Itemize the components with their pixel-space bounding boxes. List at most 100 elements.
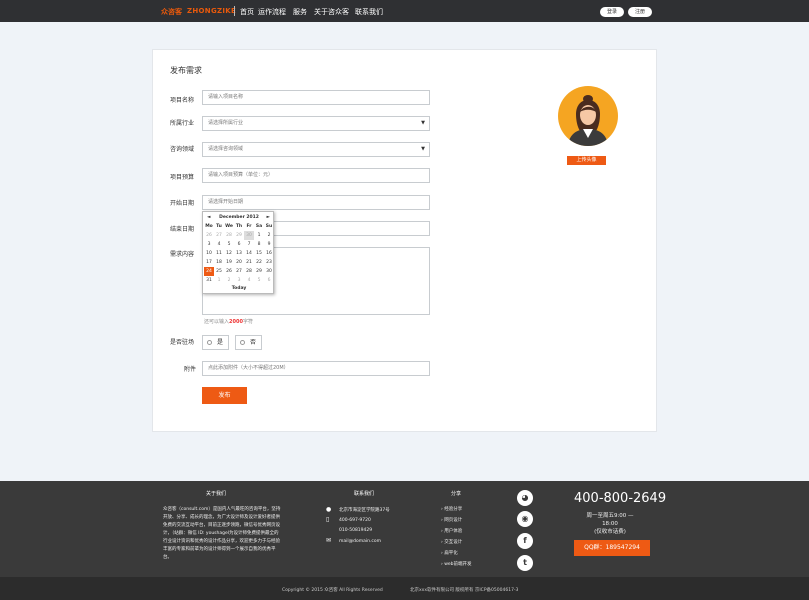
calendar-day[interactable]: 27 xyxy=(234,267,244,276)
footer-link-label: web前端开发 xyxy=(444,562,472,567)
calendar-day[interactable]: 24 xyxy=(204,267,214,276)
copyright-text: Copyright © 2015 众咨客 All Rights Reserved xyxy=(282,588,383,593)
budget-input[interactable]: 请输入项目预算（单位：元） xyxy=(202,168,430,183)
content-label: 需求内容 xyxy=(170,251,195,258)
onsite-no-radio[interactable]: 否 xyxy=(235,335,262,350)
industry-placeholder: 请选择所属行业 xyxy=(208,120,244,126)
calendar-day[interactable]: 8 xyxy=(254,240,264,249)
calendar-day[interactable]: 5 xyxy=(224,240,234,249)
weekday-header: We xyxy=(225,224,233,229)
calendar-day[interactable]: 28 xyxy=(224,231,234,240)
top-navbar: 众咨客 ZHONGZIKE 首页 运作流程 服务 关于咨众客 联系我们 登录 注… xyxy=(0,0,809,22)
logo-text-cn[interactable]: 众咨客 xyxy=(161,7,182,17)
hours-note: (仅收市话费) xyxy=(594,529,626,535)
industry-select[interactable]: 请选择所属行业 ▼ xyxy=(202,116,430,131)
datepicker-popup: ◄ December 2012 ► Today Mo Tu We Th Fr Sa Su 26… xyxy=(202,211,274,294)
calendar-day[interactable]: 26 xyxy=(224,267,234,276)
calendar-day[interactable]: 18 xyxy=(214,258,224,267)
calendar-day[interactable]: 17 xyxy=(204,258,214,267)
footer-link-label: 经验分享 xyxy=(444,507,463,512)
calendar-day[interactable]: 29 xyxy=(234,231,244,240)
weibo-icon[interactable]: ◉ xyxy=(517,511,533,527)
user-avatar-icon xyxy=(568,95,608,146)
nav-process[interactable]: 运作流程 xyxy=(258,7,286,17)
weekday-header: Su xyxy=(265,224,273,229)
datepicker-header: ◄ December 2012 ► xyxy=(203,215,275,221)
nav-about[interactable]: 关于咨众客 xyxy=(314,7,349,17)
calendar-day[interactable]: 16 xyxy=(264,249,274,258)
calendar-day[interactable]: 4 xyxy=(214,240,224,249)
footer-link[interactable]: › 交互设计 xyxy=(441,539,462,545)
login-button[interactable]: 登录 xyxy=(600,7,624,17)
qq-group-button[interactable]: QQ群：189547294 xyxy=(574,540,650,556)
prev-month-icon[interactable]: ◄ xyxy=(207,215,210,220)
calendar-day[interactable]: 27 xyxy=(214,231,224,240)
company-text: 北京xxx软件有限公司 版权所有 京ICP备05004617-3 xyxy=(410,588,519,593)
upload-avatar-button[interactable]: 上传头像 xyxy=(567,156,606,165)
calendar-day[interactable]: 12 xyxy=(224,249,234,258)
calendar-day[interactable]: 6 xyxy=(234,240,244,249)
weekday-header: Tu xyxy=(216,224,222,229)
calendar-day[interactable]: 21 xyxy=(244,258,254,267)
calendar-day[interactable]: 9 xyxy=(264,240,274,249)
caret-down-icon: ▼ xyxy=(421,120,425,126)
calendar-day[interactable]: 3 xyxy=(234,276,244,285)
footer-link[interactable]: › web前端开发 xyxy=(441,561,472,567)
calendar-day[interactable]: 2 xyxy=(264,231,274,240)
register-button[interactable]: 注册 xyxy=(628,7,652,17)
twitter-icon[interactable]: t xyxy=(517,555,533,571)
calendar-day[interactable]: 2 xyxy=(224,276,234,285)
today-button[interactable]: Today xyxy=(203,286,275,291)
calendar-day[interactable]: 10 xyxy=(204,249,214,258)
calendar-day[interactable]: 23 xyxy=(264,258,274,267)
calendar-day[interactable]: 22 xyxy=(254,258,264,267)
calendar-day[interactable]: 5 xyxy=(254,276,264,285)
calendar-day[interactable]: 30 xyxy=(244,231,254,240)
calendar-day[interactable]: 3 xyxy=(204,240,214,249)
calendar-day[interactable]: 7 xyxy=(244,240,254,249)
facebook-icon[interactable]: f xyxy=(517,533,533,549)
hint-count: 2000 xyxy=(229,319,243,325)
calendar-day[interactable]: 20 xyxy=(234,258,244,267)
footer-link[interactable]: › 扁平化 xyxy=(441,550,458,556)
calendar-day[interactable]: 1 xyxy=(254,231,264,240)
calendar-day[interactable]: 29 xyxy=(254,267,264,276)
calendar-day[interactable]: 30 xyxy=(264,267,274,276)
calendar-day[interactable]: 4 xyxy=(244,276,254,285)
field-select[interactable]: 请选择咨询领域 ▼ xyxy=(202,142,430,157)
calendar-day[interactable]: 19 xyxy=(224,258,234,267)
start-date-input[interactable]: 请选择开始日期 xyxy=(202,195,430,210)
calendar-day[interactable]: 14 xyxy=(244,249,254,258)
location-icon: ● xyxy=(326,506,332,513)
submit-button[interactable]: 发布 xyxy=(202,387,247,404)
attach-input[interactable]: 点此添加附件（大小不得超过20M） xyxy=(202,361,430,376)
mobile-icon: ▯ xyxy=(326,516,330,523)
calendar-day[interactable]: 11 xyxy=(214,249,224,258)
footer-email[interactable]: mail@domain.com xyxy=(339,539,381,544)
calendar-day[interactable]: 28 xyxy=(244,267,254,276)
project-name-input[interactable]: 请输入项目名称 xyxy=(202,90,430,105)
copyright-bar xyxy=(0,577,809,600)
calendar-day[interactable]: 15 xyxy=(254,249,264,258)
nav-service[interactable]: 服务 xyxy=(293,7,307,17)
footer-link[interactable]: › 用户体验 xyxy=(441,528,462,534)
wechat-icon[interactable]: ◕ xyxy=(517,490,533,506)
char-count-hint: 还可以输入2000字符 xyxy=(204,318,253,325)
calendar-day[interactable]: 1 xyxy=(214,276,224,285)
calendar-day[interactable]: 26 xyxy=(204,231,214,240)
logo-text-en[interactable]: ZHONGZIKE xyxy=(187,7,236,15)
calendar-day[interactable]: 31 xyxy=(204,276,214,285)
service-hours: 周一至周五9:00 — 18:00 (仅收市话费) xyxy=(578,512,642,536)
next-month-icon[interactable]: ► xyxy=(267,215,270,220)
calendar-day[interactable]: 6 xyxy=(264,276,274,285)
nav-home[interactable]: 首页 xyxy=(240,7,254,17)
footer-link[interactable]: › 经验分享 xyxy=(441,506,462,512)
footer-link[interactable]: › 网页设计 xyxy=(441,517,462,523)
budget-label: 项目预算 xyxy=(170,174,195,181)
calendar-day[interactable]: 13 xyxy=(234,249,244,258)
datepicker-month-title: December 2012 xyxy=(219,215,259,220)
nav-contact[interactable]: 联系我们 xyxy=(355,7,383,17)
onsite-yes-radio[interactable]: 是 xyxy=(202,335,229,350)
calendar-day[interactable]: 25 xyxy=(214,267,224,276)
page-title: 发布需求 xyxy=(170,66,202,75)
